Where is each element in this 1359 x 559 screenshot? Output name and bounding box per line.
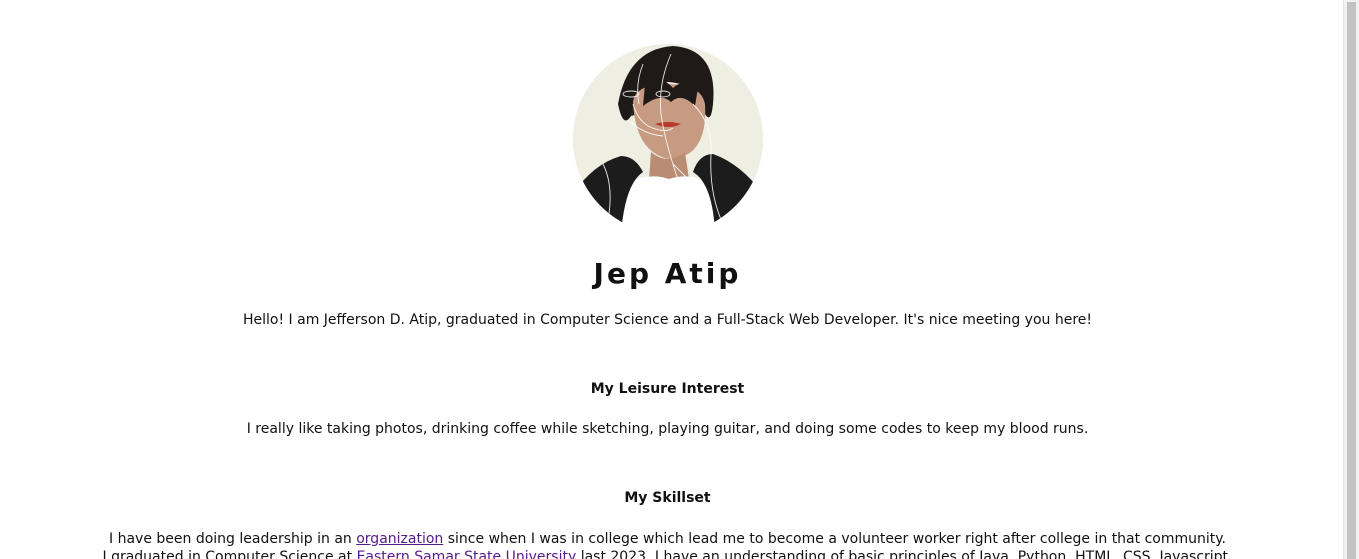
skillset-line-1: I have been doing leadership in an organ… [0, 530, 1335, 548]
leisure-heading: My Leisure Interest [590, 381, 745, 397]
organization-link[interactable]: organization [356, 531, 443, 547]
skillset-line-2: I graduated in Computer Science at Easte… [0, 548, 1335, 559]
skillset-text-part: since when I was in college which lead m… [443, 531, 1226, 547]
intro-text: Hello! I am Jefferson D. Atip, graduated… [242, 312, 1093, 328]
skillset-text-part: last 2023. I have an understanding of ba… [576, 549, 1233, 559]
skillset-heading: My Skillset [624, 490, 711, 506]
scrollbar-thumb[interactable] [1347, 2, 1356, 559]
leisure-text: I really like taking photos, drinking co… [246, 421, 1089, 437]
university-link[interactable]: Eastern Samar State University [357, 549, 577, 559]
vertical-scrollbar[interactable] [1343, 0, 1359, 559]
page-title: Jep Atip [593, 257, 742, 290]
profile-photo-icon [573, 44, 763, 234]
skillset-text-part: I have been doing leadership in an [109, 531, 357, 547]
page-content: Jep Atip Hello! I am Jefferson D. Atip, … [0, 0, 1343, 559]
skillset-text-part: I graduated in Computer Science at [102, 549, 357, 559]
